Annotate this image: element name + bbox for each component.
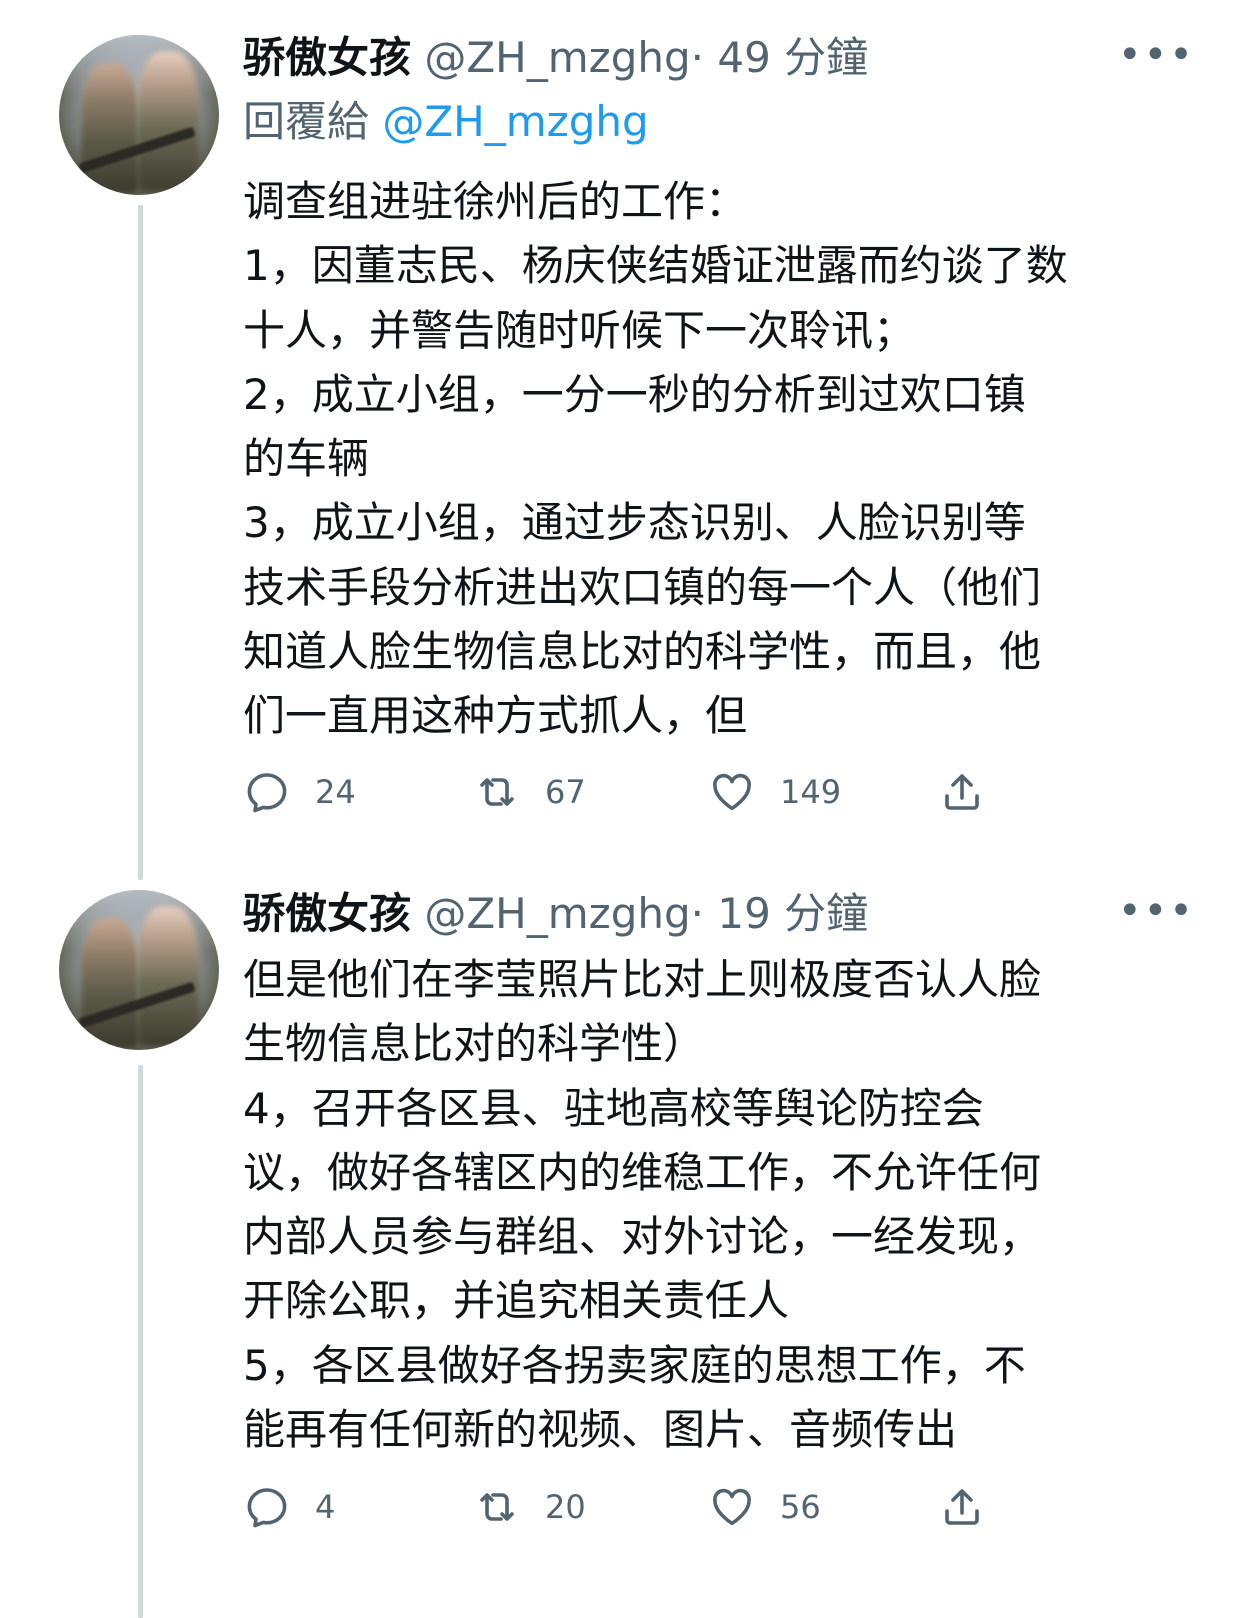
tweet-line: 议，做好各辖区内的维稳工作，不允许任何 bbox=[243, 1147, 1042, 1197]
like-count: 149 bbox=[780, 773, 842, 811]
reply-to: 回覆給 @ZH_mzghg bbox=[243, 92, 649, 152]
tweet-line: 但是他们在李莹照片比对上则极度否认人脸 bbox=[243, 955, 1042, 1004]
like-icon bbox=[713, 1488, 751, 1526]
tweet-line: 内部人员参与群组、对外讨论，一经发现， bbox=[243, 1212, 1042, 1262]
tweet-header: 骄傲女孩 @ZH_mzghg· 19 分鐘 bbox=[243, 884, 1162, 944]
reply-to-label: 回覆給 bbox=[243, 97, 370, 146]
more-icon[interactable]: ••• bbox=[1118, 35, 1193, 75]
tweet-text: 但是他们在李莹照片比对上则极度否认人脸 生物信息比对的科学性） 4，召开各区县、… bbox=[243, 948, 1163, 1462]
retweet-count: 20 bbox=[545, 1488, 586, 1526]
tweet-line: 2，成立小组，一分一秒的分析到过欢口镇 bbox=[243, 369, 1026, 419]
reply-icon bbox=[247, 773, 287, 813]
tweet-line: 知道人脸生物信息比对的科学性，而且，他 bbox=[243, 627, 1042, 677]
share-icon bbox=[945, 774, 979, 810]
tweet-actions: 24 67 149 bbox=[243, 762, 1003, 822]
display-name[interactable]: 骄傲女孩 bbox=[243, 33, 411, 82]
like-button[interactable]: 149 bbox=[708, 762, 841, 822]
tweet-text: 调查组进驻徐州后的工作： 1，因董志民、杨庆侠结婚证泄露而约谈了数 十人，并警告… bbox=[243, 170, 1163, 749]
retweet-count: 67 bbox=[545, 773, 586, 811]
tweet[interactable]: 骄傲女孩 @ZH_mzghg· 49 分鐘 ••• 回覆給 @ZH_mzghg … bbox=[0, 0, 1242, 860]
timestamp[interactable]: 49 分鐘 bbox=[717, 33, 868, 82]
share-button[interactable] bbox=[938, 762, 1010, 822]
retweet-button[interactable]: 20 bbox=[473, 1477, 586, 1537]
like-icon bbox=[713, 773, 751, 811]
tweet-line: 生物信息比对的科学性） bbox=[243, 1019, 706, 1069]
reply-count: 24 bbox=[315, 773, 356, 811]
display-name[interactable]: 骄傲女孩 bbox=[243, 889, 411, 938]
retweet-icon bbox=[480, 1493, 514, 1521]
more-icon[interactable]: ••• bbox=[1118, 891, 1193, 931]
tweet-line: 1，因董志民、杨庆侠结婚证泄露而约谈了数 bbox=[243, 241, 1068, 291]
tweet-line: 的车辆 bbox=[243, 434, 370, 484]
retweet-button[interactable]: 67 bbox=[473, 762, 586, 822]
tweet[interactable]: 骄傲女孩 @ZH_mzghg· 19 分鐘 ••• 但是他们在李莹照片比对上则极… bbox=[0, 860, 1242, 1618]
separator-dot: · bbox=[690, 889, 704, 938]
avatar[interactable] bbox=[59, 890, 219, 1050]
reply-count: 4 bbox=[315, 1488, 336, 1526]
reply-to-link[interactable]: @ZH_mzghg bbox=[382, 97, 648, 146]
tweet-line: 们一直用这种方式抓人，但 bbox=[243, 691, 748, 741]
like-count: 56 bbox=[780, 1488, 821, 1526]
share-icon bbox=[945, 1489, 979, 1525]
tweet-line: 5，各区县做好各拐卖家庭的思想工作，不 bbox=[243, 1340, 1026, 1390]
tweet-line: 4，召开各区县、驻地高校等舆论防控会 bbox=[243, 1083, 984, 1133]
tweet-actions: 4 20 56 bbox=[243, 1477, 1003, 1537]
separator-dot: · bbox=[690, 33, 704, 82]
tweet-header: 骄傲女孩 @ZH_mzghg· 49 分鐘 bbox=[243, 28, 1162, 88]
reply-icon bbox=[247, 1488, 287, 1528]
retweet-icon bbox=[480, 778, 514, 806]
user-handle[interactable]: @ZH_mzghg bbox=[424, 33, 690, 82]
share-button[interactable] bbox=[938, 1477, 1010, 1537]
tweet-line: 能再有任何新的视频、图片、音频传出 bbox=[243, 1405, 958, 1455]
avatar[interactable] bbox=[59, 35, 219, 195]
tweet-line: 调查组进驻徐州后的工作： bbox=[243, 177, 748, 226]
user-handle[interactable]: @ZH_mzghg bbox=[424, 889, 690, 938]
like-button[interactable]: 56 bbox=[708, 1477, 821, 1537]
reply-button[interactable]: 4 bbox=[243, 1477, 335, 1537]
tweet-line: 3，成立小组，通过步态识别、人脸识别等 bbox=[243, 498, 1026, 548]
tweet-line: 技术手段分析进出欢口镇的每一个人（他们 bbox=[243, 562, 1042, 612]
reply-button[interactable]: 24 bbox=[243, 762, 356, 822]
timestamp[interactable]: 19 分鐘 bbox=[717, 889, 868, 938]
tweet-line: 开除公职，并追究相关责任人 bbox=[243, 1276, 790, 1326]
tweet-line: 十人，并警告随时听候下一次聆讯； bbox=[243, 305, 916, 355]
